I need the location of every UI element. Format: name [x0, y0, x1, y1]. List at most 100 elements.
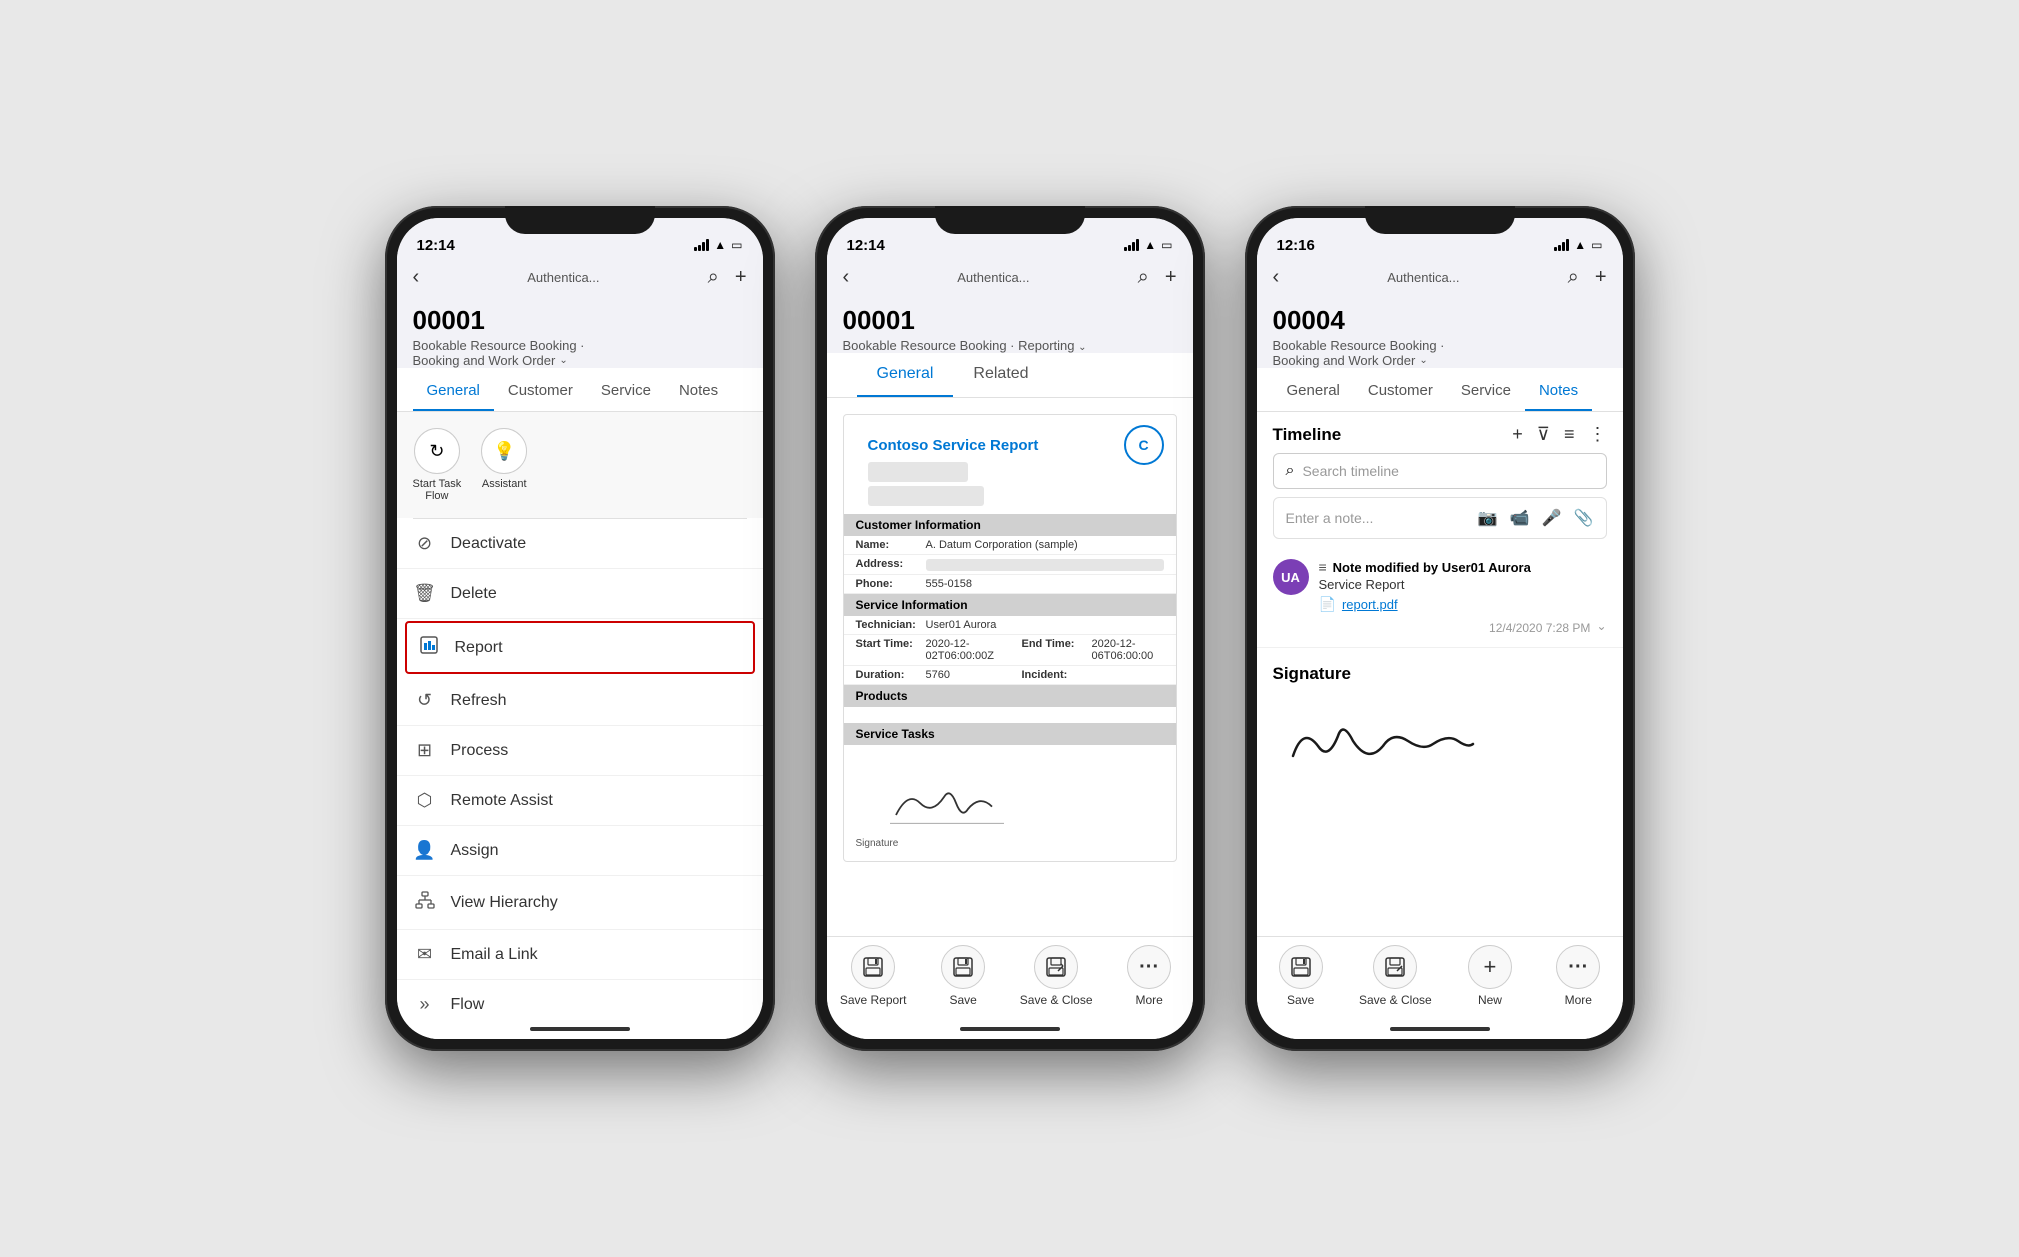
chevron-down-icon-1[interactable]: ⌄	[559, 355, 567, 366]
search-icon-2[interactable]: ⌕	[1138, 266, 1149, 289]
signature-svg	[1273, 706, 1493, 776]
tab-service-3[interactable]: Service	[1447, 372, 1525, 411]
remote-assist-label: Remote Assist	[451, 792, 553, 810]
attach-icon[interactable]: 📎	[1574, 508, 1594, 528]
menu-item-email-link[interactable]: ✉ Email a Link	[397, 930, 763, 980]
signature-section-title: Signature	[1273, 664, 1607, 684]
menu-item-delete[interactable]: 🗑 Delete	[397, 569, 763, 619]
timeline-expand-icon[interactable]: ⌄	[1596, 619, 1606, 633]
tab-notes-3[interactable]: Notes	[1525, 372, 1592, 411]
note-input-area[interactable]: Enter a note... 📷 📹 🎤 📎	[1273, 497, 1607, 539]
tab-general-2[interactable]: General	[857, 353, 954, 397]
record-id-2: 00001	[843, 305, 1177, 336]
status-icons-2: ▲ ▭	[1124, 238, 1172, 252]
quick-action-assistant[interactable]: 💡 Assistant	[481, 428, 527, 502]
record-header-3: 00004 Bookable Resource Booking · Bookin…	[1257, 297, 1623, 368]
content-1: ↻ Start TaskFlow 💡 Assistant ⊘ Deactivat…	[397, 412, 763, 1019]
video-icon[interactable]: 📹	[1510, 508, 1530, 528]
assistant-label: Assistant	[482, 478, 527, 490]
menu-item-report[interactable]: Report	[405, 621, 755, 674]
tab-customer-3[interactable]: Customer	[1354, 372, 1447, 411]
timeline-entry: UA ≡ Note modified by User01 Aurora Serv…	[1257, 547, 1623, 648]
menu-item-process[interactable]: ⊞ Process	[397, 726, 763, 776]
report-two-col-time: Start Time: 2020-12-02T06:00:00Z End Tim…	[844, 635, 1176, 666]
tab-related-2[interactable]: Related	[953, 353, 1048, 397]
nav-actions-3: ⌕ +	[1568, 266, 1607, 289]
menu-item-view-hierarchy[interactable]: View Hierarchy	[397, 876, 763, 930]
search-timeline-icon: ⌕	[1286, 462, 1295, 480]
add-icon-1[interactable]: +	[735, 266, 747, 289]
search-timeline[interactable]: ⌕ Search timeline	[1273, 453, 1607, 489]
tab-general-1[interactable]: General	[413, 372, 494, 411]
more-button-2[interactable]: ··· More	[1119, 945, 1179, 1007]
timeline-more-icon[interactable]: ⋮	[1589, 424, 1607, 445]
record-header-2: 00001 Bookable Resource Booking · Report…	[827, 297, 1193, 353]
add-icon-2[interactable]: +	[1165, 266, 1177, 289]
pdf-icon: 📄	[1319, 596, 1336, 613]
menu-item-deactivate[interactable]: ⊘ Deactivate	[397, 519, 763, 569]
timeline-header: Timeline + ⊽ ≡ ⋮	[1257, 412, 1623, 453]
menu-item-assign[interactable]: 👤 Assign	[397, 826, 763, 876]
flow-label: Flow	[451, 996, 485, 1014]
more-button-3[interactable]: ··· More	[1548, 945, 1608, 1007]
menu-item-flow[interactable]: » Flow	[397, 980, 763, 1019]
tab-customer-1[interactable]: Customer	[494, 372, 587, 411]
save-icon-3	[1279, 945, 1323, 989]
notch-1	[505, 206, 655, 234]
assistant-icon: 💡	[481, 428, 527, 474]
more-icon-2: ···	[1127, 945, 1171, 989]
tab-notes-1[interactable]: Notes	[665, 372, 732, 411]
chevron-down-icon-3[interactable]: ⌄	[1419, 355, 1427, 366]
timeline-add-icon[interactable]: +	[1512, 424, 1523, 445]
signal-icon-1	[694, 239, 709, 251]
back-button-3[interactable]: ‹	[1273, 266, 1280, 289]
search-icon-1[interactable]: ⌕	[708, 266, 719, 289]
delete-label: Delete	[451, 585, 497, 603]
report-field-phone: Phone: 555-0158	[844, 575, 1176, 594]
report-products-header: Products	[844, 685, 1176, 707]
delete-icon: 🗑	[413, 583, 437, 604]
quick-action-start-task-flow[interactable]: ↻ Start TaskFlow	[413, 428, 462, 502]
report-customer-header: Customer Information	[844, 514, 1176, 536]
notch-2	[935, 206, 1085, 234]
wifi-icon-1: ▲	[714, 238, 726, 252]
new-button-3[interactable]: + New	[1460, 945, 1520, 1007]
add-icon-3[interactable]: +	[1595, 266, 1607, 289]
back-button-2[interactable]: ‹	[843, 266, 850, 289]
save-close-button-3[interactable]: Save & Close	[1359, 945, 1432, 1007]
refresh-label: Refresh	[451, 692, 507, 710]
note-header-line: ≡ Note modified by User01 Aurora	[1319, 559, 1607, 575]
save-button-2[interactable]: Save	[933, 945, 993, 1007]
tab-general-3[interactable]: General	[1273, 372, 1354, 411]
record-type-1: Bookable Resource Booking ·	[413, 338, 747, 353]
timeline-filter-icon[interactable]: ⊽	[1537, 424, 1550, 445]
products-spacer	[844, 707, 1176, 723]
report-container: Contoso Service Report C Customer Inform…	[827, 398, 1193, 878]
email-link-label: Email a Link	[451, 946, 538, 964]
tab-service-1[interactable]: Service	[587, 372, 665, 411]
camera-icon[interactable]: 📷	[1478, 508, 1498, 528]
pdf-link[interactable]: report.pdf	[1342, 597, 1398, 612]
save-close-button-2[interactable]: Save & Close	[1020, 945, 1093, 1007]
search-icon-3[interactable]: ⌕	[1568, 266, 1579, 289]
report-field-technician: Technician: User01 Aurora	[844, 616, 1176, 635]
nav-bar-2: ‹ Authentica... ⌕ +	[827, 262, 1193, 297]
save-button-3[interactable]: Save	[1271, 945, 1331, 1007]
menu-item-remote-assist[interactable]: ⬡ Remote Assist	[397, 776, 763, 826]
view-hierarchy-icon	[413, 890, 437, 915]
timeline-list-icon[interactable]: ≡	[1564, 424, 1575, 445]
back-button-1[interactable]: ‹	[413, 266, 420, 289]
phones-container: 12:14 ▲ ▭ ‹ Authentica... ⌕ +	[385, 206, 1635, 1051]
save-icon-2	[941, 945, 985, 989]
save-report-button[interactable]: Save Report	[840, 945, 907, 1007]
menu-item-refresh[interactable]: ↺ Refresh	[397, 676, 763, 726]
chevron-down-icon-2[interactable]: ⌄	[1078, 342, 1086, 353]
phone-1-inner: 12:14 ▲ ▭ ‹ Authentica... ⌕ +	[397, 218, 763, 1039]
deactivate-label: Deactivate	[451, 535, 527, 553]
report-label: Report	[455, 639, 503, 657]
avatar-ua: UA	[1273, 559, 1309, 595]
mic-icon[interactable]: 🎤	[1542, 508, 1562, 528]
home-indicator-1	[397, 1019, 763, 1039]
save-close-label-3: Save & Close	[1359, 993, 1432, 1007]
report-service-header: Service Information	[844, 594, 1176, 616]
